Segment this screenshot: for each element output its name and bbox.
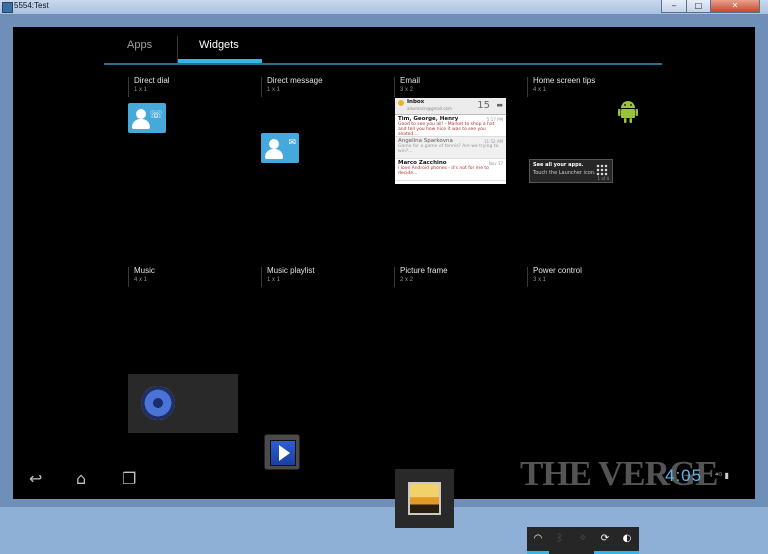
phone-icon: ☏ — [149, 108, 163, 121]
email-app-icon — [398, 100, 404, 106]
widget-name: Email — [400, 76, 421, 85]
android-robot-icon — [618, 99, 638, 128]
widget-name: Power control — [533, 266, 582, 275]
email-row: Marco Zacchino I love Android phones - i… — [395, 159, 506, 181]
title-bar: 5554:Test ‒ □ ✕ — [0, 0, 768, 14]
picture-frame-preview[interactable] — [395, 469, 454, 528]
picture-icon — [408, 482, 441, 515]
minimize-button[interactable]: ‒ — [661, 0, 687, 13]
widget-size: 1 x 1 — [267, 87, 281, 93]
widget-size: 4 x 1 — [134, 277, 148, 283]
email-account: alexmarin@gmail.com — [407, 106, 452, 111]
email-preview-header: Inbox alexmarin@gmail.com 15 ▬ — [395, 98, 506, 115]
email-row: Tim, George, Henry Good to see you all! … — [395, 115, 506, 137]
widget-name: Direct dial — [134, 76, 170, 85]
gps-icon: ✧ — [578, 533, 588, 544]
app-grid-icon — [596, 164, 608, 176]
email-unread-count: 15 — [477, 100, 490, 111]
widget-name: Music — [134, 266, 155, 275]
widget-size: 4 x 1 — [533, 87, 547, 93]
maximize-button[interactable]: □ — [686, 0, 711, 13]
status-clock: 4:05 — [665, 466, 703, 485]
power-control-preview[interactable]: ◠ ᛒ ✧ ⟳ ◐ — [527, 527, 639, 554]
home-icon[interactable]: ⌂ — [76, 469, 86, 488]
direct-dial-preview[interactable]: ☏ — [128, 103, 166, 133]
brightness-icon: ◐ — [622, 533, 632, 544]
speaker-icon — [141, 386, 175, 420]
widget-size: 3 x 1 — [533, 277, 547, 283]
close-button[interactable]: ✕ — [710, 0, 760, 13]
email-preview[interactable]: Inbox alexmarin@gmail.com 15 ▬ Tim, Geor… — [395, 98, 506, 184]
back-icon[interactable]: ↩ — [29, 469, 42, 488]
music-preview[interactable] — [128, 374, 238, 433]
android-screen — [13, 27, 755, 499]
widget-size: 1 x 1 — [134, 87, 148, 93]
message-icon: ✉ — [288, 138, 296, 148]
wifi-icon: ◠ — [533, 533, 543, 544]
widget-name: Music playlist — [267, 266, 315, 275]
music-playlist-preview[interactable] — [264, 434, 300, 470]
widget-name: Home screen tips — [533, 76, 596, 85]
widget-name: Picture frame — [400, 266, 448, 275]
widget-name: Direct message — [267, 76, 323, 85]
play-icon — [279, 445, 290, 461]
emulator-window: 5554:Test ‒ □ ✕ Apps Widgets Direct dial… — [0, 0, 768, 554]
home-screen-tips-preview[interactable]: See all your apps. Touch the Launcher ic… — [529, 159, 613, 183]
direct-message-preview[interactable]: ✉ — [261, 133, 299, 163]
widget-size: 2 x 2 — [400, 277, 414, 283]
email-row: Angelina Sparkovna Game for a game of te… — [395, 137, 506, 159]
window-title: 5554:Test — [14, 1, 49, 10]
widget-size: 3 x 2 — [400, 87, 414, 93]
tab-widgets[interactable]: Widgets — [199, 39, 239, 51]
compose-icon: ▬ — [496, 101, 503, 109]
email-folder: Inbox — [407, 99, 425, 105]
status-icons: ⁴ᴳ ▮ — [715, 471, 730, 480]
active-tab-indicator — [178, 59, 262, 63]
bluetooth-icon: ᛒ — [557, 533, 563, 544]
sync-icon: ⟳ — [600, 533, 610, 544]
tab-apps[interactable]: Apps — [127, 39, 152, 51]
emulator-app-icon — [2, 2, 13, 13]
recent-apps-icon[interactable]: ❐ — [122, 469, 136, 488]
widget-size: 1 x 1 — [267, 277, 281, 283]
